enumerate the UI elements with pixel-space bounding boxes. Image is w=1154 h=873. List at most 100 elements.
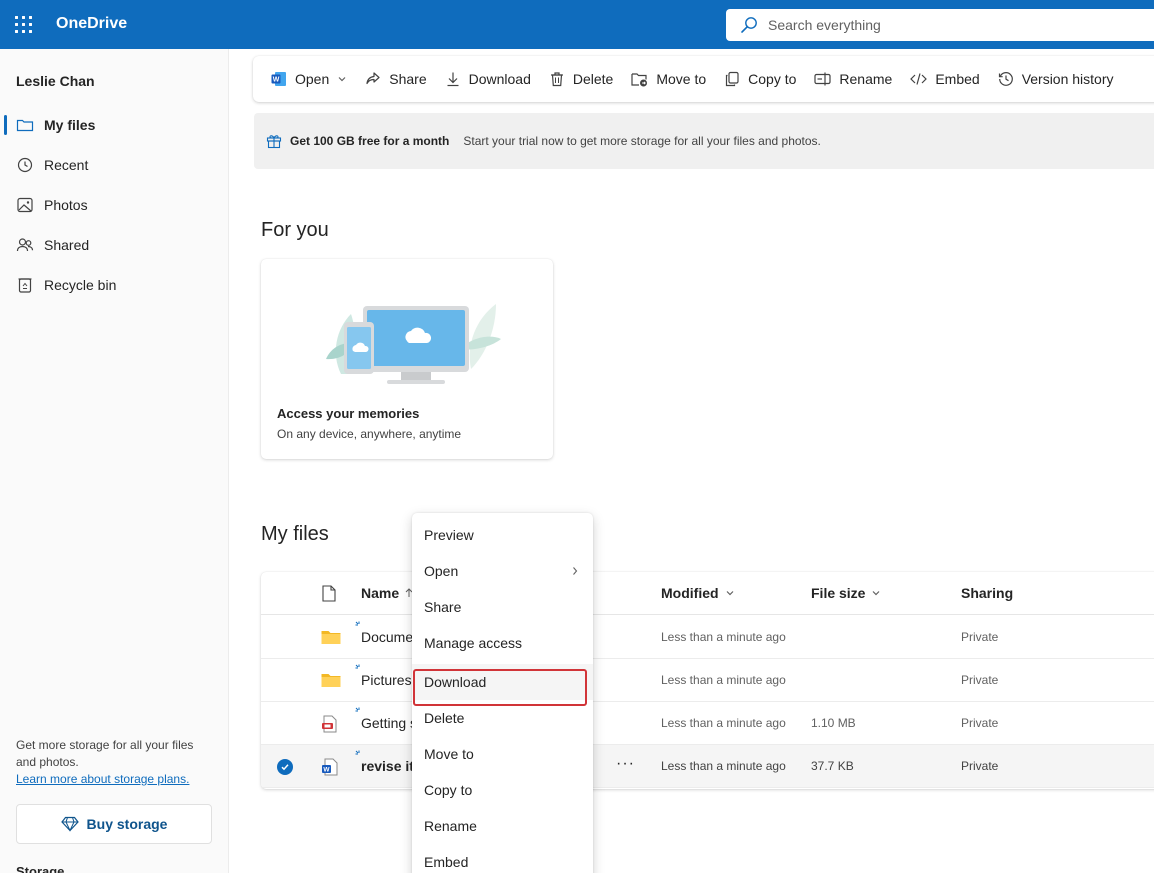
share-label: Share bbox=[389, 71, 427, 87]
sidebar-item-label: Recent bbox=[44, 157, 89, 173]
menu-item-copy-to[interactable]: Copy to bbox=[412, 772, 593, 808]
chevron-down-icon bbox=[726, 591, 733, 596]
copy-to-label: Copy to bbox=[748, 71, 797, 87]
history-icon bbox=[998, 72, 1013, 86]
share-button[interactable]: Share bbox=[356, 62, 435, 96]
download-icon bbox=[447, 72, 459, 87]
table-row[interactable]: Docume Less than a minute ago Private bbox=[261, 616, 1154, 659]
open-label: Open bbox=[295, 71, 330, 87]
menu-item-share[interactable]: Share bbox=[412, 589, 593, 625]
sidebar-item-label: Recycle bin bbox=[44, 277, 117, 293]
folder-icon bbox=[321, 631, 341, 644]
menu-item-delete[interactable]: Delete bbox=[412, 700, 593, 736]
banner-title: Get 100 GB free for a month bbox=[290, 134, 450, 148]
row-checkbox[interactable] bbox=[277, 759, 293, 775]
table-row-selected[interactable]: W revise it. ··· Less than a minute ago … bbox=[261, 745, 1154, 788]
word-file-icon: W bbox=[322, 758, 338, 776]
menu-item-download[interactable]: Download bbox=[412, 664, 593, 700]
table-row[interactable]: Pictures Less than a minute ago Private bbox=[261, 659, 1154, 702]
move-to-label: Move to bbox=[656, 71, 707, 87]
file-name[interactable]: Getting s bbox=[361, 715, 417, 731]
memories-card[interactable]: Access your memories On any device, anyw… bbox=[261, 259, 553, 459]
chevron-down-icon bbox=[338, 77, 346, 82]
folder-move-icon bbox=[631, 73, 648, 87]
buy-storage-label: Buy storage bbox=[86, 816, 168, 832]
menu-item-label: Preview bbox=[424, 527, 474, 543]
rename-label: Rename bbox=[839, 71, 893, 87]
menu-item-rename[interactable]: Rename bbox=[412, 808, 593, 844]
folder-icon bbox=[321, 674, 341, 687]
word-icon: W bbox=[271, 72, 286, 86]
menu-item-open[interactable]: Open bbox=[412, 553, 593, 589]
table-row[interactable]: Getting s Less than a minute ago 1.10 MB… bbox=[261, 702, 1154, 745]
search-input[interactable]: Search everything bbox=[768, 17, 881, 33]
sidebar: Leslie Chan My files Recent Photos Share… bbox=[0, 49, 229, 873]
chevron-down-icon bbox=[873, 591, 880, 596]
sidebar-item-recent[interactable]: Recent bbox=[0, 145, 229, 185]
svg-text:W: W bbox=[323, 767, 330, 774]
sidebar-item-photos[interactable]: Photos bbox=[0, 185, 229, 225]
people-icon bbox=[16, 238, 34, 252]
column-file-size[interactable]: File size bbox=[811, 585, 881, 601]
file-size: 1.10 MB bbox=[811, 716, 856, 730]
rename-button[interactable]: Rename bbox=[805, 62, 901, 96]
move-to-button[interactable]: Move to bbox=[622, 62, 715, 96]
column-name-label: Name bbox=[361, 585, 400, 601]
storage-plans-link[interactable]: Learn more about storage plans. bbox=[16, 772, 189, 786]
search-box[interactable]: Search everything bbox=[726, 9, 1154, 41]
column-modified[interactable]: Modified bbox=[661, 585, 735, 601]
embed-label: Embed bbox=[935, 71, 980, 87]
sync-status-icon bbox=[355, 750, 360, 755]
menu-item-label: Share bbox=[424, 599, 462, 615]
file-type-icon bbox=[322, 585, 336, 602]
sidebar-item-shared[interactable]: Shared bbox=[0, 225, 229, 265]
column-modified-label: Modified bbox=[661, 585, 719, 601]
nav-list: My files Recent Photos Shared Recycle bi… bbox=[0, 105, 229, 305]
sidebar-item-recycle-bin[interactable]: Recycle bin bbox=[0, 265, 229, 305]
folder-icon bbox=[16, 119, 34, 132]
app-launcher-icon[interactable] bbox=[15, 16, 32, 33]
open-button[interactable]: W Open bbox=[262, 62, 356, 96]
sync-status-icon bbox=[355, 664, 360, 669]
card-subtitle: On any device, anywhere, anytime bbox=[277, 427, 462, 441]
sidebar-item-label: Photos bbox=[44, 197, 88, 213]
menu-item-label: Copy to bbox=[424, 782, 473, 798]
file-name[interactable]: revise it. bbox=[361, 758, 418, 774]
promo-banner[interactable]: Get 100 GB free for a month Start your t… bbox=[254, 113, 1154, 169]
image-icon bbox=[17, 197, 33, 213]
user-name: Leslie Chan bbox=[16, 73, 95, 89]
file-name[interactable]: Pictures bbox=[361, 672, 412, 688]
version-history-button[interactable]: Version history bbox=[989, 62, 1123, 96]
trash-icon bbox=[550, 72, 563, 87]
embed-button[interactable]: Embed bbox=[901, 62, 988, 96]
column-file-size-label: File size bbox=[811, 585, 866, 601]
column-name[interactable]: Name bbox=[361, 585, 413, 601]
menu-item-preview[interactable]: Preview bbox=[412, 517, 593, 553]
file-modified: Less than a minute ago bbox=[661, 630, 786, 644]
download-button[interactable]: Download bbox=[436, 62, 540, 96]
sidebar-item-my-files[interactable]: My files bbox=[0, 105, 229, 145]
delete-label: Delete bbox=[572, 71, 614, 87]
menu-item-label: Delete bbox=[424, 710, 465, 726]
card-title: Access your memories bbox=[277, 406, 420, 421]
checkmark-icon bbox=[281, 764, 289, 771]
sidebar-item-label: My files bbox=[44, 117, 96, 133]
buy-storage-button[interactable]: Buy storage bbox=[16, 804, 212, 844]
menu-item-move-to[interactable]: Move to bbox=[412, 736, 593, 772]
menu-item-manage-access[interactable]: Manage access bbox=[412, 625, 593, 661]
search-icon bbox=[741, 17, 757, 33]
svg-text:W: W bbox=[273, 77, 280, 84]
copy-to-button[interactable]: Copy to bbox=[715, 62, 805, 96]
file-sharing: Private bbox=[961, 673, 999, 687]
menu-item-embed[interactable]: Embed bbox=[412, 844, 593, 873]
more-options-icon[interactable]: ··· bbox=[616, 755, 635, 773]
version-history-label: Version history bbox=[1021, 71, 1114, 87]
column-sharing[interactable]: Sharing bbox=[961, 585, 1013, 601]
delete-button[interactable]: Delete bbox=[540, 62, 622, 96]
menu-item-label: Move to bbox=[424, 746, 474, 762]
app-name[interactable]: OneDrive bbox=[56, 15, 127, 33]
file-name[interactable]: Docume bbox=[361, 629, 413, 645]
pdf-file-icon bbox=[322, 715, 337, 733]
history-icon bbox=[17, 157, 33, 173]
storage-heading: Storage bbox=[16, 864, 65, 873]
